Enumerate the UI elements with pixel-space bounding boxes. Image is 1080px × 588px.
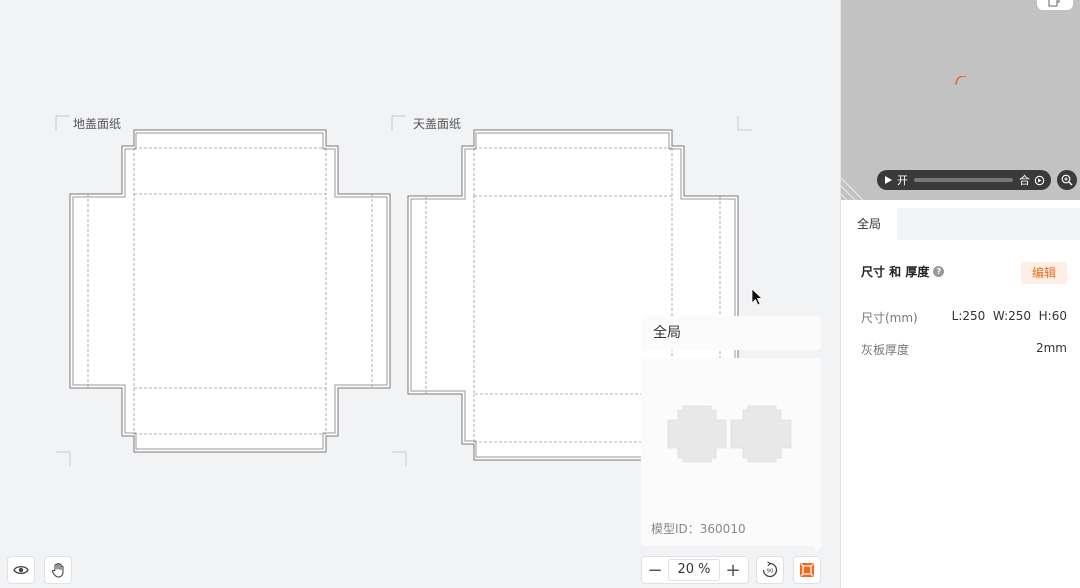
expand-icon [1048,0,1060,7]
overview-popup: 全局 模型ID：360010 [641,316,823,552]
box-3d-icon [800,563,814,577]
section-title-text: 尺寸 和 厚度 [861,265,930,279]
size-label: 尺寸(mm) [861,311,918,325]
design-canvas[interactable]: 地盖面纸 天盖面纸 全局 模型ID：360010 − 20 % + 90 [0,0,840,588]
overview-thumbnail[interactable] [666,400,796,466]
zoom-out-button[interactable]: − [642,557,668,583]
panel-label-top-lid: 天盖面纸 [413,117,462,131]
overview-pointer [811,544,823,552]
preview-expand-button[interactable] [1037,0,1073,10]
svg-text:90: 90 [767,569,774,575]
edit-button[interactable]: 编辑 [1021,262,1067,284]
panel-tabs: 全局 [841,208,1080,240]
open-label: 开 [897,174,908,187]
hand-icon [51,562,64,578]
board-thickness-label: 灰板厚度 [861,343,910,357]
board-thickness-value: 2mm [1035,341,1067,355]
rotate-90-icon: 90 [762,561,778,578]
properties-panel: 开 合 全局 尺寸 和 厚度 ? 编辑 尺寸(mm) L:250 W:250 H… [840,0,1080,588]
panel-label-bottom-lid: 地盖面纸 [73,117,122,131]
size-row: 尺寸(mm) L:250 W:250 H:60 [861,309,1067,326]
zoom-control: − 20 % + [641,556,749,584]
mouse-cursor [751,288,763,306]
animation-bar: 开 合 [877,170,1051,190]
model-id: 模型ID：360010 [651,522,746,536]
resize-grip-icon[interactable] [841,172,869,200]
board-thickness-row: 灰板厚度 2mm [861,341,1067,358]
rotate-90-button[interactable]: 90 [756,556,784,584]
tab-global[interactable]: 全局 [841,208,897,240]
overview-title: 全局 [641,316,821,350]
size-thickness-title: 尺寸 和 厚度 ? [861,263,945,280]
size-value: L:250 W:250 H:60 [951,309,1067,323]
help-icon[interactable]: ? [933,266,945,277]
zoom-level-input[interactable]: 20 % [668,559,720,581]
bottom-lid-dieline [69,129,391,453]
replay-icon[interactable] [1034,175,1045,186]
loading-spinner-icon [955,76,973,85]
pan-tool-button[interactable] [44,556,72,584]
zoom-in-button[interactable]: + [720,557,746,583]
close-label: 合 [1019,174,1030,187]
zoom-in-icon [1061,174,1073,186]
3d-view-button[interactable] [793,556,821,584]
animation-slider[interactable] [914,178,1013,182]
3d-preview[interactable]: 开 合 [841,0,1080,200]
preview-zoom-button[interactable] [1057,170,1077,190]
eye-icon [13,565,29,575]
toggle-visibility-button[interactable] [7,556,35,584]
play-icon[interactable] [883,175,893,185]
overview-body[interactable]: 模型ID：360010 [641,358,821,546]
